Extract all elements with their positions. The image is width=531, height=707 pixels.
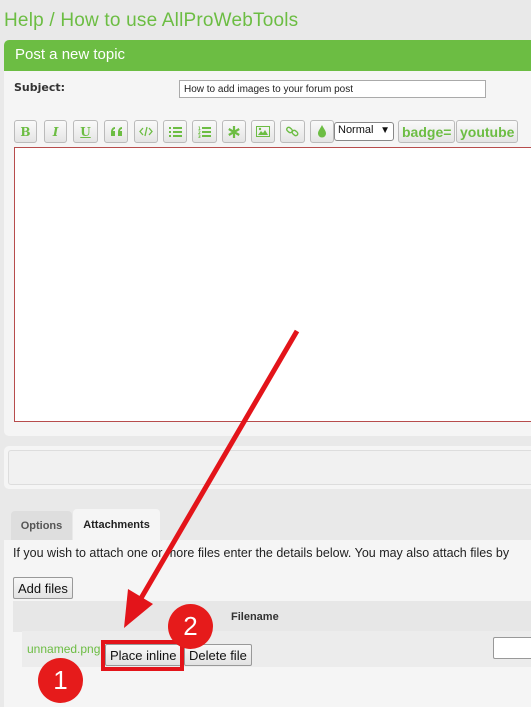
quote-button[interactable]: [104, 120, 128, 143]
page-title: Help / How to use AllProWebTools: [4, 10, 299, 31]
link-button[interactable]: [280, 120, 305, 143]
message-editor[interactable]: [14, 147, 531, 422]
secondary-panel: [4, 446, 531, 489]
font-size-value: Normal: [338, 124, 374, 136]
link-icon: [286, 126, 299, 137]
bold-button[interactable]: B: [14, 120, 37, 143]
add-files-button[interactable]: Add files: [13, 577, 73, 599]
code-button[interactable]: [134, 120, 158, 143]
subject-input[interactable]: [179, 80, 486, 98]
tab-options[interactable]: Options: [11, 511, 72, 540]
step-2-badge: 2: [168, 604, 213, 649]
list-button[interactable]: [163, 120, 187, 143]
list-icon: [168, 127, 182, 137]
attachments-panel: If you wish to attach one or more files …: [4, 540, 531, 707]
asterisk-icon: [228, 125, 240, 138]
ordered-list-icon: 123: [198, 126, 211, 138]
badge-button[interactable]: badge=: [398, 120, 456, 143]
color-button[interactable]: [310, 120, 334, 143]
youtube-button[interactable]: youtube: [456, 120, 519, 143]
svg-text:3: 3: [198, 134, 201, 138]
code-icon: [139, 126, 153, 137]
italic-button[interactable]: I: [44, 120, 67, 143]
quote-icon: [110, 127, 122, 136]
subject-label: Subject:: [14, 81, 66, 94]
step-1-badge: 1: [38, 658, 83, 703]
tab-attachments[interactable]: Attachments: [73, 509, 160, 540]
asterisk-button[interactable]: [222, 120, 246, 143]
attachments-intro: If you wish to attach one or more files …: [13, 546, 510, 560]
ordered-list-button[interactable]: 123: [192, 120, 217, 143]
file-table-header: Filename: [13, 601, 531, 632]
table-row: unnamed.png: [22, 631, 531, 667]
image-icon: [256, 126, 270, 137]
column-filename: Filename: [231, 611, 279, 623]
chevron-down-icon: ▼: [380, 125, 390, 136]
image-button[interactable]: [251, 120, 275, 143]
underline-button[interactable]: U: [73, 120, 98, 143]
post-topic-panel: Post a new topic Subject: B I U 123: [4, 40, 531, 436]
panel-header: Post a new topic: [4, 40, 531, 71]
file-comment-input[interactable]: [493, 637, 531, 659]
font-size-select[interactable]: Normal ▼: [334, 122, 394, 141]
color-drop-icon: [318, 125, 326, 138]
file-name-link[interactable]: unnamed.png: [27, 642, 100, 656]
place-inline-button[interactable]: Place inline: [105, 644, 182, 666]
